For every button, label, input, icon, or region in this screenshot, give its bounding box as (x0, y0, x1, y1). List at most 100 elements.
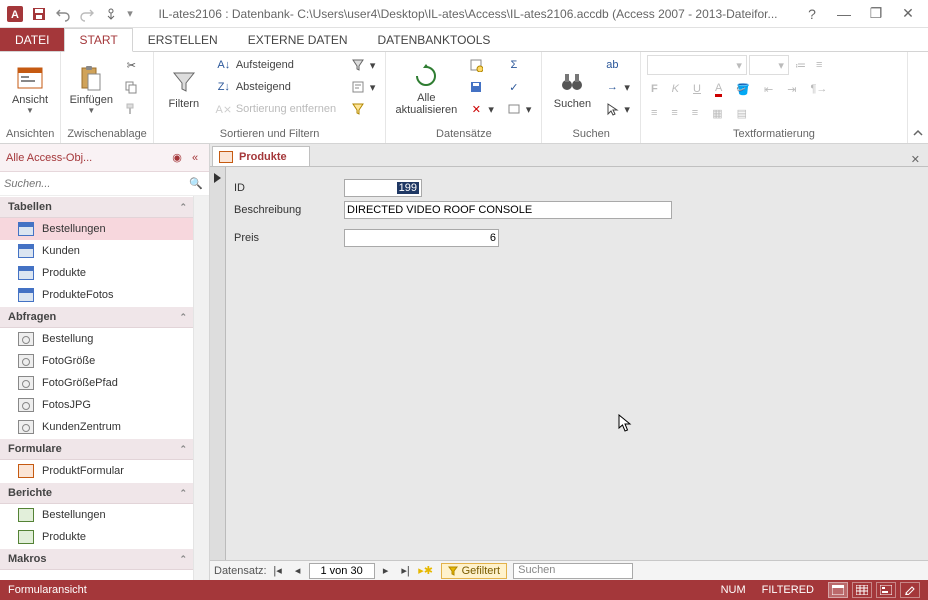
new-record-nav-button[interactable]: ▸✱ (417, 563, 435, 579)
nav-item-fotogroesse-query[interactable]: FotoGröße (0, 350, 193, 372)
filtern-button[interactable]: Filtern (160, 54, 208, 120)
restore-button[interactable]: ❐ (864, 4, 888, 24)
font-color-button[interactable]: A (711, 78, 726, 100)
nav-section-berichte[interactable]: Berichte⌃ (0, 482, 193, 504)
nav-item-kunden[interactable]: Kunden (0, 240, 193, 262)
bullets-button[interactable]: ≔ (791, 54, 810, 76)
nav-header-title[interactable]: Alle Access-Obj... (6, 152, 167, 164)
aufsteigend-button[interactable]: A↓Aufsteigend (212, 54, 342, 76)
nav-collapse-button[interactable]: « (187, 150, 203, 166)
tab-datei[interactable]: DATEI (0, 28, 64, 51)
more-records-button[interactable]: ▾ (502, 98, 536, 120)
recnav-search[interactable]: Suchen (513, 563, 633, 579)
search-icon[interactable]: 🔍 (189, 177, 205, 190)
nav-item-produkte[interactable]: Produkte (0, 262, 193, 284)
toggle-filter-button[interactable] (346, 98, 380, 120)
tab-erstellen[interactable]: ERSTELLEN (133, 28, 233, 51)
design-view-button[interactable] (900, 582, 920, 598)
form-view-button[interactable] (828, 582, 848, 598)
replace-button[interactable]: ab (600, 54, 634, 76)
ansicht-button[interactable]: Ansicht ▼ (6, 54, 54, 120)
app-icon[interactable]: A (4, 3, 26, 25)
rows-icon: ▤ (737, 107, 747, 120)
tab-externe-daten[interactable]: EXTERNE DATEN (233, 28, 363, 51)
alle-aktualisieren-button[interactable]: Alle aktualisieren (392, 54, 460, 120)
nav-item-produktformular[interactable]: ProduktFormular (0, 460, 193, 482)
cut-button[interactable]: ✂ (119, 54, 143, 76)
advanced-filter-button[interactable]: ▾ (346, 76, 380, 98)
qat-customize-icon[interactable]: ▾ (124, 3, 136, 25)
touch-mode-icon[interactable] (100, 3, 122, 25)
save-record-button[interactable] (464, 76, 498, 98)
nav-item-kundenzentrum-query[interactable]: KundenZentrum (0, 416, 193, 438)
underline-button[interactable]: U (689, 78, 705, 100)
nav-section-formulare[interactable]: Formulare⌃ (0, 438, 193, 460)
doc-tab-produkte[interactable]: Produkte (212, 146, 310, 166)
filter-indicator[interactable]: Gefiltert (441, 563, 508, 579)
fill-color-button[interactable]: 🪣 (732, 78, 754, 100)
spelling-button[interactable]: ✓ (502, 76, 536, 98)
first-record-button[interactable]: |◂ (269, 563, 287, 579)
italic-button[interactable]: K (668, 78, 683, 100)
nav-section-makros[interactable]: Makros⌃ (0, 548, 193, 570)
field-id[interactable]: 199 (344, 179, 422, 197)
nav-item-bestellung-query[interactable]: Bestellung (0, 328, 193, 350)
nav-search-input[interactable] (4, 178, 189, 190)
field-preis[interactable]: 6 (344, 229, 499, 247)
einfuegen-button[interactable]: Einfügen ▼ (67, 54, 115, 120)
collapse-ribbon-button[interactable] (908, 52, 928, 143)
sort-entfernen-button[interactable]: A⨯Sortierung entfernen (212, 98, 342, 120)
nav-item-produktefotos[interactable]: ProdukteFotos (0, 284, 193, 306)
minimize-button[interactable]: — (832, 4, 856, 24)
delete-record-button[interactable]: ✕▾ (464, 98, 498, 120)
absteigend-button[interactable]: Z↓Absteigend (212, 76, 342, 98)
indent-left-button[interactable]: ⇤ (760, 78, 777, 100)
totals-button[interactable]: Σ (502, 54, 536, 76)
next-record-button[interactable]: ▸ (377, 563, 395, 579)
goto-button[interactable]: →▾ (600, 76, 634, 98)
align-center-button[interactable]: ≡ (667, 102, 681, 124)
nav-item-fotogroessepfad-query[interactable]: FotoGrößePfad (0, 372, 193, 394)
field-beschreibung[interactable]: DIRECTED VIDEO ROOF CONSOLE (344, 201, 672, 219)
suchen-button[interactable]: Suchen (548, 54, 596, 120)
layout-view-button[interactable] (876, 582, 896, 598)
gridlines-button[interactable]: ▦ (708, 102, 726, 124)
nav-item-produkte-report[interactable]: Produkte (0, 526, 193, 548)
close-tab-button[interactable]: ✕ (903, 153, 928, 166)
nav-item-bestellungen-report[interactable]: Bestellungen (0, 504, 193, 526)
bold-button[interactable]: F (647, 78, 662, 100)
copy-button[interactable] (119, 76, 143, 98)
datasheet-view-button[interactable] (852, 582, 872, 598)
format-painter-button[interactable] (119, 98, 143, 120)
nav-item-bestellungen[interactable]: Bestellungen (0, 218, 193, 240)
align-left-button[interactable]: ≡ (647, 102, 661, 124)
font-family-select[interactable]: ▾ (647, 55, 747, 75)
new-record-button[interactable] (464, 54, 498, 76)
selection-filter-button[interactable]: ▾ (346, 54, 380, 76)
ltr-button[interactable]: ¶→ (806, 78, 831, 100)
record-position[interactable]: 1 von 30 (309, 563, 375, 579)
select-button[interactable]: ▾ (600, 98, 634, 120)
alt-row-color-button[interactable]: ▤ (733, 102, 751, 124)
prev-record-button[interactable]: ◂ (289, 563, 307, 579)
numbering-button[interactable]: ≡ (812, 54, 826, 76)
undo-icon[interactable] (52, 3, 74, 25)
indent-right-button[interactable]: ⇥ (783, 78, 800, 100)
align-right-button[interactable]: ≡ (688, 102, 702, 124)
tab-start[interactable]: START (64, 28, 132, 52)
save-icon[interactable] (28, 3, 50, 25)
nav-menu-button[interactable]: ◉ (169, 150, 185, 166)
tab-datenbanktools[interactable]: DATENBANKTOOLS (363, 28, 506, 51)
group-label-textfmt: Textformatierung (647, 127, 901, 143)
nav-scrollbar[interactable] (193, 196, 209, 580)
font-size-select[interactable]: ▾ (749, 55, 789, 75)
redo-icon[interactable] (76, 3, 98, 25)
close-button[interactable]: ✕ (896, 4, 920, 24)
record-selector[interactable] (210, 167, 226, 560)
help-button[interactable]: ? (800, 4, 824, 24)
copy-icon (123, 79, 139, 95)
nav-section-abfragen[interactable]: Abfragen⌃ (0, 306, 193, 328)
nav-item-fotosjpg-query[interactable]: FotosJPG (0, 394, 193, 416)
last-record-button[interactable]: ▸| (397, 563, 415, 579)
nav-section-tabellen[interactable]: Tabellen⌃ (0, 196, 193, 218)
